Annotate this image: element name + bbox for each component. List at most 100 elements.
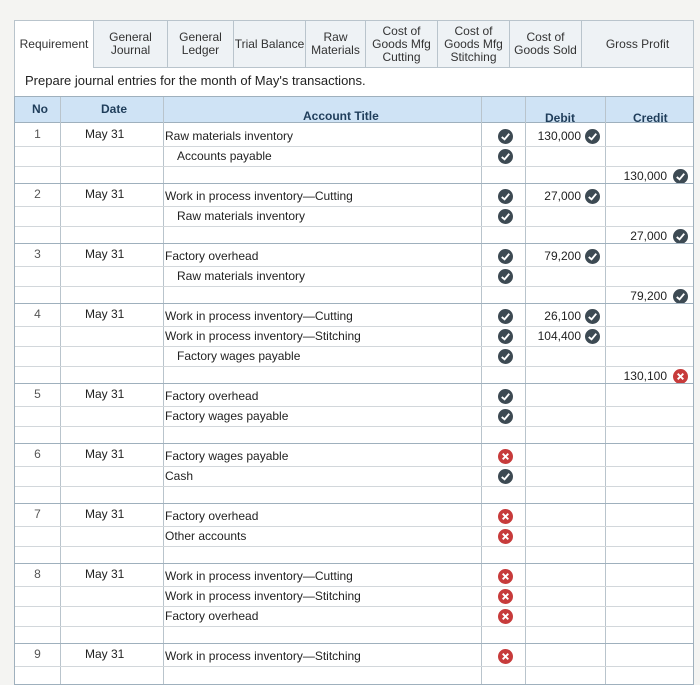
account-title-select[interactable]: Work in process inventory—Cutting [165,189,353,203]
correct-check-icon [585,309,600,324]
tab-label: General Ledger [179,30,222,57]
date-cell[interactable]: May 31 [85,647,124,661]
row-divider [15,286,693,287]
row-divider [15,666,693,667]
account-title-select[interactable]: Factory wages payable [165,409,288,423]
column-divider [60,97,61,684]
account-title-select[interactable]: Other accounts [165,529,246,543]
account-title-select[interactable]: Factory wages payable [177,349,300,363]
account-title-select[interactable]: Work in process inventory—Cutting [165,569,353,583]
table-header: No Date Account Title Debit Credit [15,97,693,125]
correct-check-icon [585,249,600,264]
tab-label: Trial Balance [234,36,305,51]
account-title-select[interactable]: Accounts payable [177,149,272,163]
row-divider [15,406,693,407]
date-cell[interactable]: May 31 [85,307,124,321]
date-cell[interactable]: May 31 [85,507,124,521]
tab-cost-of-goods-mfg-stitching[interactable]: Cost of Goods Mfg Stitching [438,20,510,68]
correct-check-icon [498,249,513,264]
row-divider [15,586,693,587]
date-cell[interactable]: May 31 [85,187,124,201]
account-title-select[interactable]: Raw materials inventory [177,209,305,223]
incorrect-x-icon [673,369,688,384]
tab-cost-of-goods-sold[interactable]: Cost of Goods Sold [510,20,582,68]
correct-check-icon [585,129,600,144]
correct-check-icon [585,329,600,344]
entry-number: 3 [34,247,41,261]
account-title-select[interactable]: Factory overhead [165,609,258,623]
entry-separator [15,183,693,184]
account-title-select[interactable]: Factory overhead [165,509,258,523]
correct-check-icon [498,469,513,484]
entry-separator [15,243,693,244]
credit-input[interactable]: 79,200 [630,289,667,303]
header-account-title: Account Title [303,109,379,123]
entry-number: 5 [34,387,41,401]
account-title-select[interactable]: Work in process inventory—Stitching [165,329,361,343]
tab-general-journal[interactable]: General Journal [94,20,168,68]
date-cell[interactable]: May 31 [85,247,124,261]
entry-separator [15,303,693,304]
incorrect-x-icon [498,509,513,524]
debit-input[interactable]: 104,400 [538,329,581,343]
entry-separator [15,443,693,444]
journal-table: No Date Account Title Debit Credit 1 May … [14,96,694,685]
credit-input[interactable]: 130,100 [624,369,667,383]
debit-input[interactable]: 27,000 [544,189,581,203]
date-cell[interactable]: May 31 [85,387,124,401]
account-title-select[interactable]: Work in process inventory—Cutting [165,309,353,323]
credit-input[interactable]: 130,000 [624,169,667,183]
tab-general-ledger[interactable]: General Ledger [168,20,234,68]
row-divider [15,346,693,347]
debit-input[interactable]: 130,000 [538,129,581,143]
account-title-select[interactable]: Factory wages payable [165,449,288,463]
date-cell[interactable]: May 31 [85,567,124,581]
tab-raw-materials[interactable]: Raw Materials [306,20,366,68]
tab-cost-of-goods-mfg-cutting[interactable]: Cost of Goods Mfg Cutting [366,20,438,68]
entry-number: 7 [34,507,41,521]
row-divider [15,226,693,227]
account-title-select[interactable]: Factory overhead [165,249,258,263]
account-title-select[interactable]: Raw materials inventory [165,129,293,143]
row-divider [15,606,693,607]
debit-input[interactable]: 26,100 [544,309,581,323]
row-divider [15,486,693,487]
tab-requirement[interactable]: Requirement [14,20,94,68]
account-title-select[interactable]: Cash [165,469,193,483]
tab-label: General Journal [109,30,152,57]
credit-input[interactable]: 27,000 [630,229,667,243]
date-cell[interactable]: May 31 [85,127,124,141]
row-divider [15,426,693,427]
tab-label: Cost of Goods Sold [514,30,577,57]
account-title-select[interactable]: Factory overhead [165,389,258,403]
entry-separator [15,563,693,564]
debit-input[interactable]: 79,200 [544,249,581,263]
correct-check-icon [498,149,513,164]
entry-number: 4 [34,307,41,321]
account-title-select[interactable]: Raw materials inventory [177,269,305,283]
tab-gross-profit[interactable]: Gross Profit [582,20,694,68]
row-divider [15,526,693,527]
row-divider [15,366,693,367]
correct-check-icon [498,189,513,204]
incorrect-x-icon [498,589,513,604]
row-divider [15,626,693,627]
tab-trial-balance[interactable]: Trial Balance [234,20,306,68]
incorrect-x-icon [498,649,513,664]
correct-check-icon [498,129,513,144]
header-debit: Debit [545,111,575,125]
date-cell[interactable]: May 31 [85,447,124,461]
header-date: Date [101,102,128,116]
correct-check-icon [673,169,688,184]
row-divider [15,546,693,547]
entry-number: 8 [34,567,41,581]
account-title-select[interactable]: Work in process inventory—Stitching [165,649,361,663]
incorrect-x-icon [498,569,513,584]
tab-label: Cost of Goods Mfg Cutting [372,23,431,64]
tab-bar: Requirement General Journal General Ledger… [14,20,694,68]
header-no: No [32,102,48,116]
account-title-select[interactable]: Work in process inventory—Stitching [165,589,361,603]
correct-check-icon [498,389,513,404]
correct-check-icon [498,329,513,344]
correct-check-icon [673,229,688,244]
